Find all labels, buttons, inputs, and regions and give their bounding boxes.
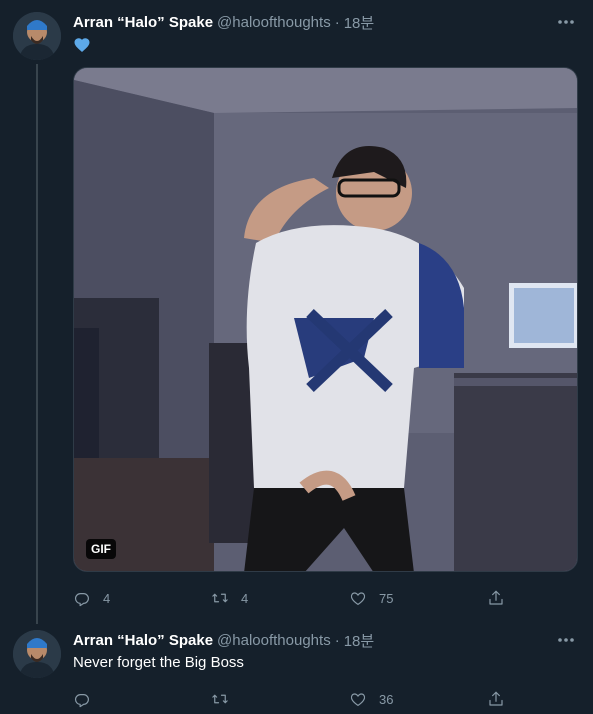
timestamp[interactable]: 18분 [344,630,375,651]
share-button[interactable] [487,690,517,708]
share-button[interactable] [487,589,517,607]
like-button[interactable]: 36 [349,690,487,708]
reply-count: 4 [103,590,111,606]
separator: · [334,13,340,31]
share-icon [489,691,503,706]
heart-icon [350,693,366,707]
reply-icon [74,694,89,708]
tweet-text [73,35,577,55]
retweet-icon [212,694,228,704]
tweet-text: Never forget the Big Boss [73,654,244,671]
retweet-button[interactable]: 4 [211,589,349,607]
reply-button[interactable] [73,690,211,708]
more-icon[interactable] [553,630,579,650]
gif-badge: GIF [86,539,116,559]
blue-heart-icon [74,38,90,53]
tweet[interactable]: Arran “Halo” Spake @haloofthoughts · 18분 [0,0,593,624]
display-name[interactable]: Arran “Halo” Spake [73,632,213,649]
reply-button[interactable]: 4 [73,589,211,607]
display-name[interactable]: Arran “Halo” Spake [73,14,213,31]
like-count: 75 [379,590,394,606]
tweet[interactable]: Arran “Halo” Spake @haloofthoughts · 18분… [0,620,593,714]
share-icon [489,590,503,605]
tweet-header: Arran “Halo” Spake @haloofthoughts · 18분 [73,628,577,652]
tweet-actions: 36 [73,677,577,714]
tweet-actions: 4 4 75 [73,576,577,620]
more-icon[interactable] [553,12,579,32]
thread-line [36,64,38,624]
like-button[interactable]: 75 [349,589,487,607]
separator: · [334,631,340,649]
timestamp[interactable]: 18분 [344,12,375,33]
avatar[interactable] [13,12,61,60]
like-count: 36 [379,691,394,707]
gif-media[interactable]: GIF [73,67,578,572]
reply-icon [74,593,89,607]
heart-icon [350,592,366,606]
user-handle[interactable]: @haloofthoughts [217,632,331,649]
retweet-icon [212,593,228,603]
retweet-count: 4 [241,590,249,606]
user-handle[interactable]: @haloofthoughts [217,14,331,31]
avatar[interactable] [13,630,61,678]
retweet-button[interactable] [211,690,349,708]
tweet-header: Arran “Halo” Spake @haloofthoughts · 18분 [73,10,577,34]
